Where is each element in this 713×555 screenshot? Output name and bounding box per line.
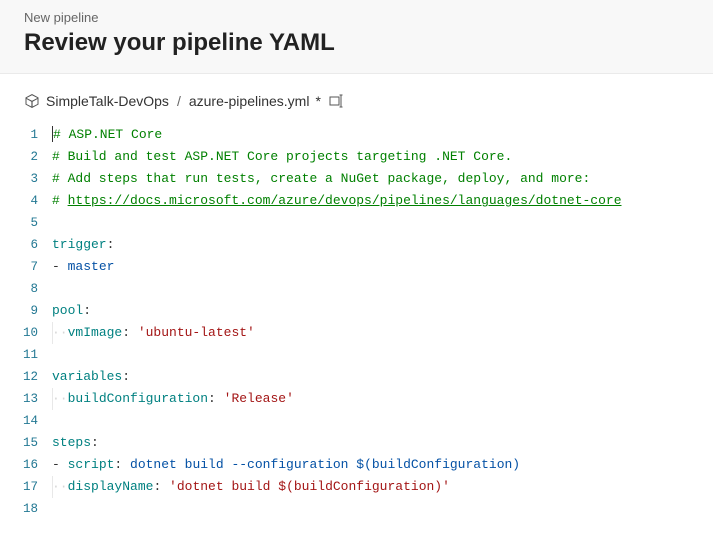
editor-line[interactable]: 5 bbox=[0, 212, 713, 234]
editor-line[interactable]: 10··vmImage: 'ubuntu-latest' bbox=[0, 322, 713, 344]
editor-line[interactable]: 11 bbox=[0, 344, 713, 366]
code-content[interactable]: - script: dotnet build --configuration $… bbox=[52, 454, 713, 476]
code-content[interactable]: pool: bbox=[52, 300, 713, 322]
line-number: 11 bbox=[0, 344, 52, 366]
editor-line[interactable]: 3# Add steps that run tests, create a Nu… bbox=[0, 168, 713, 190]
repo-name[interactable]: SimpleTalk-DevOps bbox=[46, 93, 169, 109]
rename-icon[interactable] bbox=[327, 92, 349, 110]
code-content[interactable]: ··vmImage: 'ubuntu-latest' bbox=[52, 322, 713, 344]
editor-line[interactable]: 14 bbox=[0, 410, 713, 432]
code-content[interactable]: # https://docs.microsoft.com/azure/devop… bbox=[52, 190, 713, 212]
line-number: 9 bbox=[0, 300, 52, 322]
line-number: 10 bbox=[0, 322, 52, 344]
editor-line[interactable]: 6trigger: bbox=[0, 234, 713, 256]
page-header: New pipeline Review your pipeline YAML bbox=[0, 0, 713, 74]
filename: azure-pipelines.yml bbox=[189, 93, 310, 109]
editor-line[interactable]: 1# ASP.NET Core bbox=[0, 124, 713, 146]
line-number: 5 bbox=[0, 212, 52, 234]
code-content[interactable]: ··displayName: 'dotnet build $(buildConf… bbox=[52, 476, 713, 498]
line-number: 4 bbox=[0, 190, 52, 212]
line-number: 1 bbox=[0, 124, 52, 146]
editor-line[interactable]: 16- script: dotnet build --configuration… bbox=[0, 454, 713, 476]
line-number: 7 bbox=[0, 256, 52, 278]
yaml-editor[interactable]: 1# ASP.NET Core2# Build and test ASP.NET… bbox=[0, 120, 713, 520]
editor-line[interactable]: 7- master bbox=[0, 256, 713, 278]
line-number: 8 bbox=[0, 278, 52, 300]
file-path-bar: SimpleTalk-DevOps / azure-pipelines.yml … bbox=[0, 74, 713, 120]
editor-line[interactable]: 8 bbox=[0, 278, 713, 300]
line-number: 12 bbox=[0, 366, 52, 388]
dirty-indicator: * bbox=[315, 93, 320, 109]
line-number: 18 bbox=[0, 498, 52, 520]
editor-line[interactable]: 18 bbox=[0, 498, 713, 520]
editor-line[interactable]: 2# Build and test ASP.NET Core projects … bbox=[0, 146, 713, 168]
editor-line[interactable]: 13··buildConfiguration: 'Release' bbox=[0, 388, 713, 410]
repo-icon bbox=[24, 93, 40, 109]
code-content[interactable]: trigger: bbox=[52, 234, 713, 256]
line-number: 14 bbox=[0, 410, 52, 432]
code-content[interactable]: # ASP.NET Core bbox=[52, 124, 713, 146]
editor-line[interactable]: 9pool: bbox=[0, 300, 713, 322]
code-content[interactable]: variables: bbox=[52, 366, 713, 388]
page-title: Review your pipeline YAML bbox=[24, 29, 689, 57]
line-number: 6 bbox=[0, 234, 52, 256]
line-number: 16 bbox=[0, 454, 52, 476]
editor-line[interactable]: 4# https://docs.microsoft.com/azure/devo… bbox=[0, 190, 713, 212]
breadcrumb[interactable]: New pipeline bbox=[24, 10, 689, 25]
line-number: 13 bbox=[0, 388, 52, 410]
code-content[interactable]: steps: bbox=[52, 432, 713, 454]
editor-line[interactable]: 15steps: bbox=[0, 432, 713, 454]
line-number: 17 bbox=[0, 476, 52, 498]
line-number: 2 bbox=[0, 146, 52, 168]
editor-line[interactable]: 12variables: bbox=[0, 366, 713, 388]
editor-line[interactable]: 17··displayName: 'dotnet build $(buildCo… bbox=[0, 476, 713, 498]
text-caret bbox=[52, 126, 53, 142]
code-content[interactable]: # Add steps that run tests, create a NuG… bbox=[52, 168, 713, 190]
code-content[interactable]: # Build and test ASP.NET Core projects t… bbox=[52, 146, 713, 168]
line-number: 15 bbox=[0, 432, 52, 454]
code-content[interactable]: ··buildConfiguration: 'Release' bbox=[52, 388, 713, 410]
path-separator: / bbox=[175, 93, 183, 109]
code-content[interactable]: - master bbox=[52, 256, 713, 278]
line-number: 3 bbox=[0, 168, 52, 190]
